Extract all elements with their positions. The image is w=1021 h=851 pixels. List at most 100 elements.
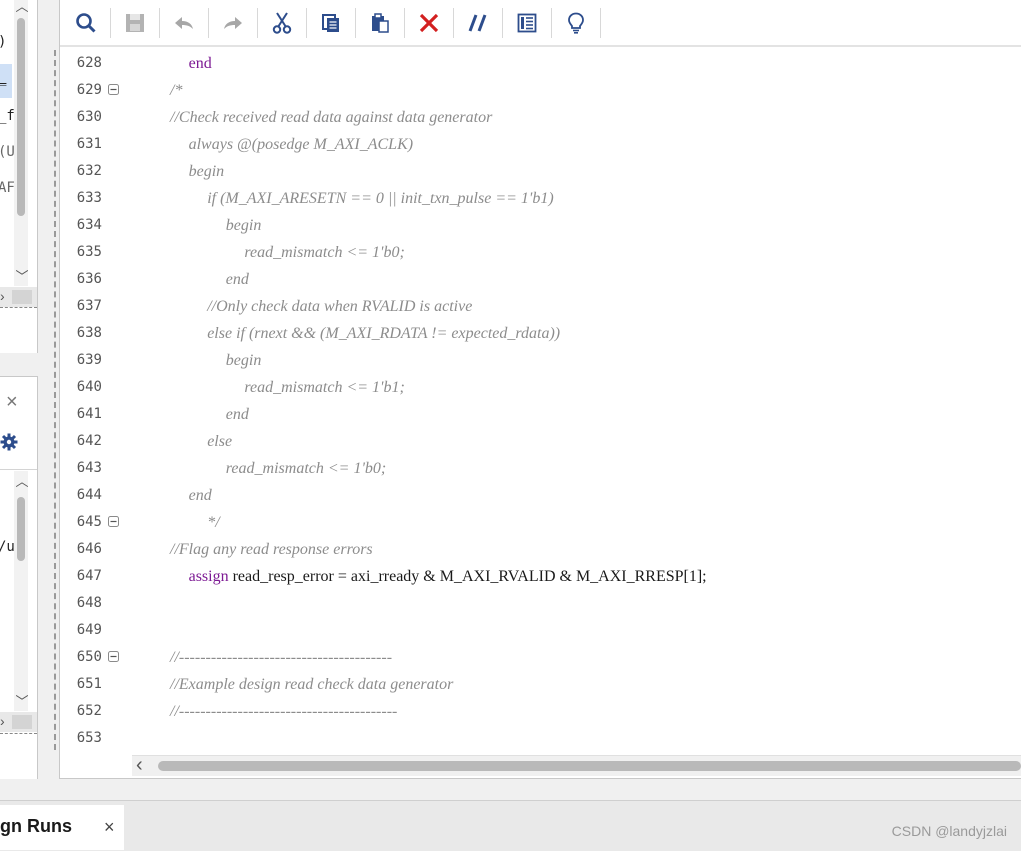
code-line[interactable]: 645 */ <box>60 509 1021 536</box>
scissors-icon <box>272 11 292 34</box>
editor-hscroll-thumb[interactable] <box>158 761 1021 771</box>
code-comment: read_mismatch <= 1'b0; <box>225 460 387 477</box>
code-comment: end <box>225 271 249 288</box>
toolbar-separator <box>355 7 356 38</box>
save-button[interactable] <box>117 5 153 41</box>
left-fragment-1: ) <box>0 34 6 50</box>
left-top-hscroll-thumb[interactable] <box>12 290 32 304</box>
left-top-hscroll[interactable]: › <box>0 287 37 307</box>
save-icon <box>126 13 144 32</box>
template-icon <box>517 13 537 32</box>
code-line[interactable]: 649 <box>60 617 1021 644</box>
left-bottom-hscroll-thumb[interactable] <box>12 715 32 729</box>
code-comment: //Flag any read response errors <box>170 541 373 558</box>
code-text: else <box>207 428 232 455</box>
code-line[interactable]: 633 if (M_AXI_ARESETN == 0 || init_txn_pu… <box>60 185 1021 212</box>
scroll-right-icon[interactable]: › <box>0 713 5 729</box>
gear-icon[interactable] <box>0 433 18 456</box>
insert-template-button[interactable] <box>509 5 545 41</box>
code-text: //Check received read data against data … <box>170 104 492 131</box>
code-line[interactable]: 648 <box>60 590 1021 617</box>
left-fragment-2: _ <box>0 70 6 86</box>
code-line[interactable]: 640 read_mismatch <= 1'b1; <box>60 374 1021 401</box>
left-top-scroll-thumb[interactable] <box>17 18 25 216</box>
selected-row[interactable]: _ <box>0 64 12 98</box>
code-line[interactable]: 646 //Flag any read response errors <box>60 536 1021 563</box>
divider <box>0 469 37 470</box>
editor-toolbar <box>60 0 1021 47</box>
quick-help-button[interactable] <box>558 5 594 41</box>
line-number: 631 <box>76 136 102 152</box>
code-line[interactable]: 643 read_mismatch <= 1'b0; <box>60 455 1021 482</box>
close-icon[interactable]: × <box>6 391 18 414</box>
scroll-right-icon[interactable]: › <box>0 288 5 304</box>
delete-button[interactable] <box>411 5 447 41</box>
toggle-comment-button[interactable] <box>460 5 496 41</box>
line-number: 639 <box>76 352 102 368</box>
code-line[interactable]: 652 //-----------------------------------… <box>60 698 1021 725</box>
redo-button[interactable] <box>215 5 251 41</box>
line-number: 645 <box>76 514 102 530</box>
code-line[interactable]: 632 begin <box>60 158 1021 185</box>
toolbar-separator <box>453 7 454 38</box>
divider <box>0 307 37 308</box>
toolbar-separator <box>404 7 405 38</box>
code-line[interactable]: 635 read_mismatch <= 1'b0; <box>60 239 1021 266</box>
code-line[interactable]: 638 else if (rnext && (M_AXI_RDATA != exp… <box>60 320 1021 347</box>
code-comment: always @(posedge M_AXI_ACLK) <box>188 136 414 153</box>
code-comment: else <box>207 433 233 450</box>
code-text: read_mismatch <= 1'b1; <box>244 374 404 401</box>
bottom-tab-bar <box>0 800 1021 851</box>
tab-design-runs[interactable]: gn Runs × <box>0 805 124 850</box>
code-line[interactable]: 634 begin <box>60 212 1021 239</box>
line-number: 633 <box>76 190 102 206</box>
code-line[interactable]: 631 always @(posedge M_AXI_ACLK) <box>60 131 1021 158</box>
code-line[interactable]: 637 //Only check data when RVALID is acti… <box>60 293 1021 320</box>
code-line[interactable]: 639 begin <box>60 347 1021 374</box>
code-line[interactable]: 636 end <box>60 266 1021 293</box>
code-text: if (M_AXI_ARESETN == 0 || init_txn_pulse… <box>207 185 553 212</box>
fold-toggle-icon[interactable] <box>108 651 119 662</box>
scroll-up-icon[interactable]: ︿ <box>14 475 30 489</box>
delete-x-icon <box>419 13 439 32</box>
line-number: 652 <box>76 703 102 719</box>
fold-toggle-icon[interactable] <box>108 516 119 527</box>
code-area[interactable]: 628 end 629 /* 630 //Check received read data… <box>60 50 1021 750</box>
scroll-up-icon[interactable]: ︿ <box>14 0 30 14</box>
fold-toggle-icon[interactable] <box>108 84 119 95</box>
code-line[interactable]: 629 /* <box>60 77 1021 104</box>
search-button[interactable] <box>68 5 104 41</box>
left-bottom-scroll-thumb[interactable] <box>17 497 25 561</box>
scroll-down-icon[interactable]: ﹀ <box>14 270 30 284</box>
code-line[interactable]: 647 assign read_resp_error = axi_rready &… <box>60 563 1021 590</box>
copy-button[interactable] <box>313 5 349 41</box>
code-line[interactable]: 642 else <box>60 428 1021 455</box>
left-fragment-5: AF <box>0 180 15 196</box>
undo-button[interactable] <box>166 5 202 41</box>
code-comment: end <box>225 406 249 423</box>
code-line[interactable]: 644 end <box>60 482 1021 509</box>
left-bottom-hscroll[interactable]: › <box>0 712 37 732</box>
line-number: 646 <box>76 541 102 557</box>
close-icon[interactable]: × <box>104 817 115 838</box>
line-number: 647 <box>76 568 102 584</box>
code-line[interactable]: 630 //Check received read data against da… <box>60 104 1021 131</box>
code-text: end <box>226 266 249 293</box>
code-line[interactable]: 641 end <box>60 401 1021 428</box>
code-text: */ <box>207 509 219 536</box>
code-line[interactable]: 653 <box>60 725 1021 752</box>
paste-button[interactable] <box>362 5 398 41</box>
scroll-down-icon[interactable]: ﹀ <box>14 695 30 709</box>
cut-button[interactable] <box>264 5 300 41</box>
code-text: end <box>189 482 212 509</box>
code-text: end <box>189 50 212 77</box>
scroll-left-icon[interactable]: ‹ <box>136 754 143 777</box>
comment-slashes-icon <box>468 13 487 32</box>
code-line[interactable]: 651 //Example design read check data gene… <box>60 671 1021 698</box>
code-text: assign read_resp_error = axi_rready & M_… <box>189 563 707 590</box>
code-line[interactable]: 650 //-----------------------------------… <box>60 644 1021 671</box>
toolbar-separator <box>306 7 307 38</box>
line-number: 642 <box>76 433 102 449</box>
code-line[interactable]: 628 end <box>60 50 1021 77</box>
editor-horizontal-scrollbar[interactable]: ‹ <box>132 754 1021 777</box>
